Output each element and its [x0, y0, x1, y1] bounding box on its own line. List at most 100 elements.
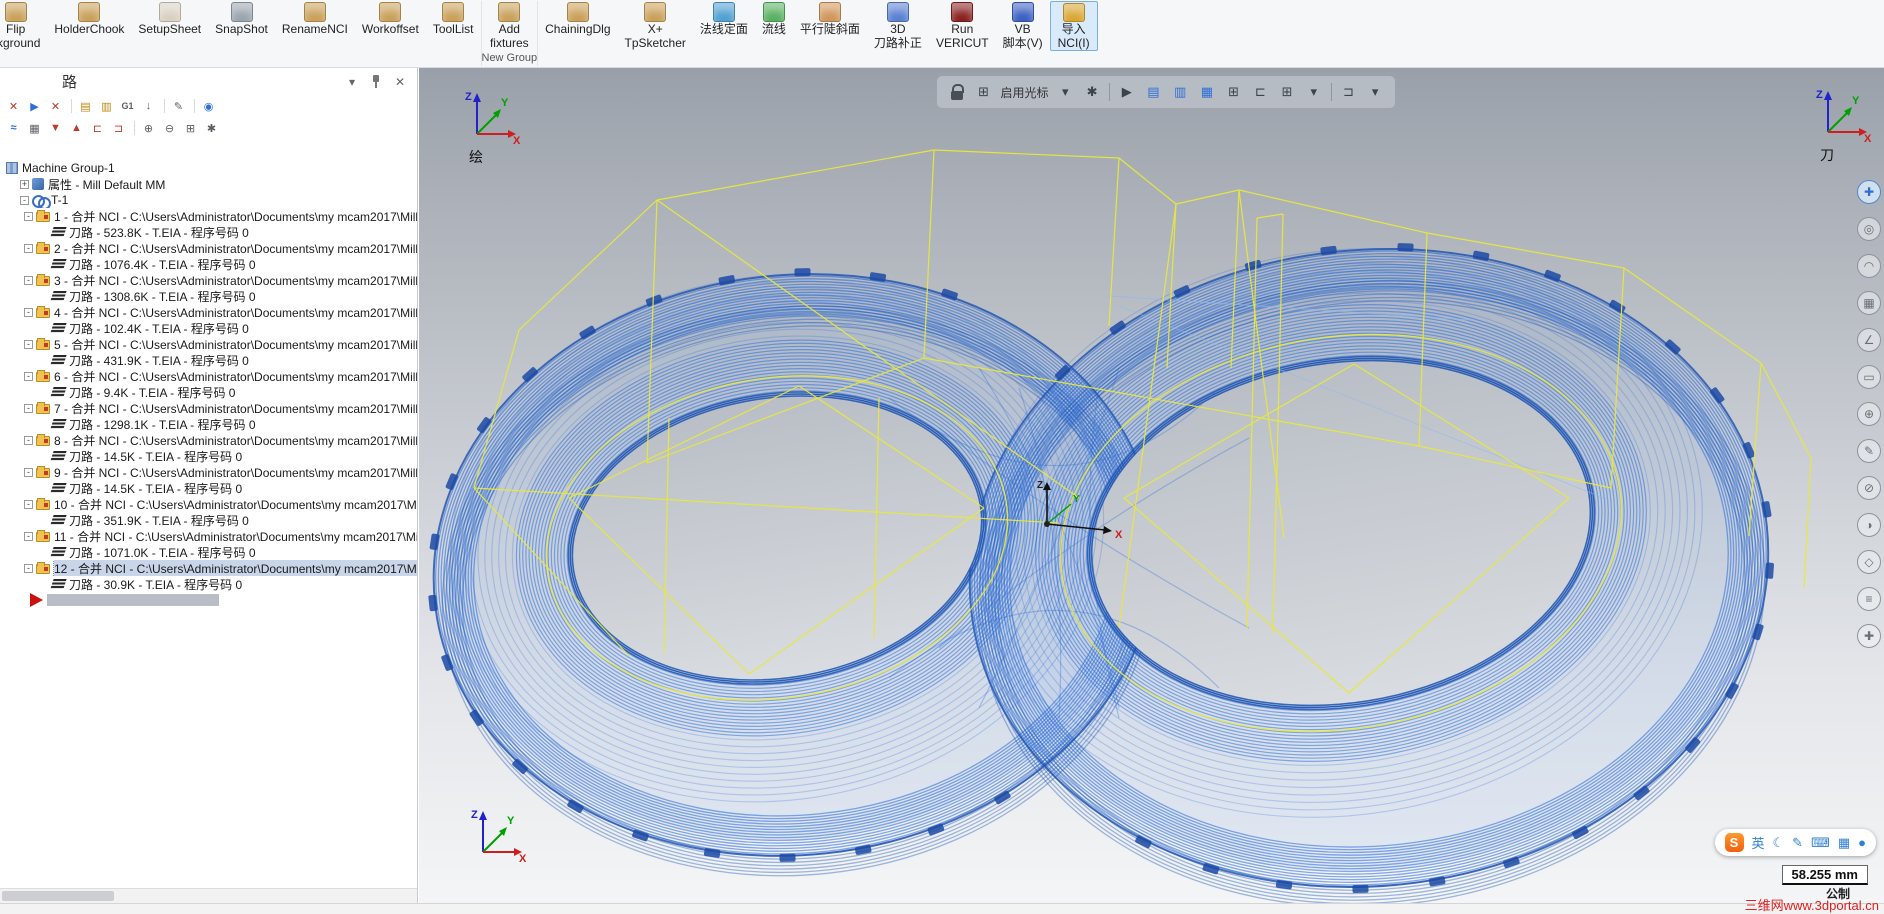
target-icon[interactable]: ⊕ — [1857, 402, 1881, 426]
tree-item-machine-group[interactable]: Machine Group-1 — [0, 160, 417, 176]
collapse-icon[interactable] — [24, 307, 33, 317]
panel-horizontal-scrollbar[interactable] — [0, 888, 417, 903]
tree-item-toolpath-10[interactable]: 刀路 - 351.9K - T.EIA - 程序号码 0 — [0, 512, 417, 528]
tree-item-toolpath-9[interactable]: 刀路 - 14.5K - T.EIA - 程序号码 0 — [0, 480, 417, 496]
zoom-in-icon[interactable] — [139, 119, 158, 137]
transform-icon[interactable] — [1197, 82, 1217, 102]
chevron-down-icon[interactable] — [1055, 82, 1075, 102]
tree-item-toolpath-11[interactable]: 刀路 - 1071.0K - T.EIA - 程序号码 0 — [0, 544, 417, 560]
cube-icon[interactable] — [1224, 82, 1244, 102]
collapse-icon[interactable] — [24, 371, 33, 381]
expand-icon[interactable] — [20, 179, 29, 189]
move-up-icon[interactable] — [67, 119, 86, 137]
collapse-icon[interactable] — [20, 195, 29, 205]
copy-icon[interactable] — [1144, 82, 1164, 102]
part-toolpath-canvas[interactable] — [419, 68, 1884, 903]
chevron-down-icon[interactable] — [343, 73, 361, 91]
ribbon-button-add-fixtures[interactable]: Add fixtures — [483, 1, 536, 51]
ribbon-button-run-vericut[interactable]: Run VERICUT — [929, 1, 996, 51]
collapse-icon[interactable] — [24, 435, 33, 445]
list-icon[interactable] — [1250, 82, 1270, 102]
ribbon-button-normal-define-face[interactable]: 法线定面 — [693, 1, 755, 51]
tree-item-nci-2[interactable]: 2 - 合并 NCI - C:\Users\Administrator\Docu… — [0, 240, 417, 256]
zoom-out-icon[interactable] — [160, 119, 179, 137]
tree-item-nci-11[interactable]: 11 - 合并 NCI - C:\Users\Administrator\Doc… — [0, 528, 417, 544]
tree-item-toolpath-7[interactable]: 刀路 - 1298.1K - T.EIA - 程序号码 0 — [0, 416, 417, 432]
tree-item-nci-5[interactable]: 5 - 合并 NCI - C:\Users\Administrator\Docu… — [0, 336, 417, 352]
locked-edit-icon[interactable] — [169, 97, 188, 115]
chevron-down-icon[interactable] — [1304, 82, 1324, 102]
tree-item-nci-10[interactable]: 10 - 合并 NCI - C:\Users\Administrator\Doc… — [0, 496, 417, 512]
grid-menu-icon[interactable] — [1277, 82, 1297, 102]
tree-item-nci-9[interactable]: 9 - 合并 NCI - C:\Users\Administrator\Docu… — [0, 464, 417, 480]
pin-icon[interactable] — [367, 73, 385, 91]
move-down-icon[interactable] — [46, 119, 65, 137]
ribbon-button-import-nci[interactable]: 导入 NCI(I) — [1049, 1, 1098, 51]
settings-icon[interactable] — [202, 119, 221, 137]
folder-down-icon[interactable] — [97, 97, 116, 115]
tree-item-toolpath-5[interactable]: 刀路 - 431.9K - T.EIA - 程序号码 0 — [0, 352, 417, 368]
plus-icon[interactable]: ✚ — [1857, 624, 1881, 648]
ribbon-button-3d-toolpath-comp[interactable]: 3D 刀路补正 — [867, 1, 929, 51]
chevron-down-icon[interactable] — [1365, 82, 1385, 102]
insert-after-icon[interactable] — [109, 119, 128, 137]
delete-all-operations-icon[interactable] — [4, 97, 23, 115]
collapse-icon[interactable] — [24, 403, 33, 413]
tree-item-nci-3[interactable]: 3 - 合并 NCI - C:\Users\Administrator\Docu… — [0, 272, 417, 288]
ribbon-button-parallel-steep[interactable]: 平行陡斜面 — [793, 1, 867, 51]
sogou-logo[interactable]: S — [1724, 833, 1744, 852]
collapse-icon[interactable] — [24, 275, 33, 285]
verify-icon[interactable] — [25, 119, 44, 137]
dot-icon[interactable]: ● — [1858, 835, 1866, 850]
insert-before-icon[interactable] — [88, 119, 107, 137]
keyboard-icon[interactable]: ⌨ — [1811, 835, 1830, 851]
moon-icon[interactable]: ☾ — [1773, 835, 1785, 851]
arc-icon[interactable]: ◠ — [1857, 254, 1881, 278]
tree-item-nci-12-selected[interactable]: 12 - 合并 NCI - C:\Users\Administrator\Doc… — [0, 560, 417, 576]
help-icon[interactable] — [199, 97, 218, 115]
grid-icon[interactable]: ▦ — [1838, 835, 1850, 851]
tree-item-toolpath-1[interactable]: 刀路 - 523.8K - T.EIA - 程序号码 0 — [0, 224, 417, 240]
collapse-icon[interactable] — [24, 339, 33, 349]
ribbon-button-tp-sketcher[interactable]: X+ TpSketcher — [618, 1, 693, 51]
ribbon-button-flip-background[interactable]: Flip ckground — [0, 1, 47, 51]
angle-icon[interactable]: ∠ — [1857, 328, 1881, 352]
pen-icon[interactable]: ✎ — [1792, 835, 1803, 851]
shade-icon[interactable]: ◑ — [1857, 513, 1881, 537]
paste-icon[interactable] — [1170, 82, 1190, 102]
list-icon[interactable]: ≡ — [1857, 587, 1881, 611]
enable-cursor-button[interactable]: 启用光标 — [1000, 84, 1048, 101]
close-icon[interactable] — [391, 73, 409, 91]
ribbon-button-tool-list[interactable]: ToolList — [426, 1, 481, 51]
language-toggle[interactable]: 英 — [1752, 833, 1765, 852]
gear-icon[interactable] — [1082, 82, 1102, 102]
ribbon-button-holder-check[interactable]: HolderChook — [47, 1, 131, 51]
tree-item-toolpath-6[interactable]: 刀路 - 9.4K - T.EIA - 程序号码 0 — [0, 384, 417, 400]
diamond-icon[interactable]: ◇ — [1857, 550, 1881, 574]
insert-below-icon[interactable] — [139, 97, 158, 115]
folder-up-icon[interactable] — [76, 97, 95, 115]
ribbon-button-vb-script[interactable]: VB 脚本(V) — [996, 1, 1050, 51]
plane-icon[interactable]: ▭ — [1857, 365, 1881, 389]
hide-icon[interactable]: ⊘ — [1857, 476, 1881, 500]
tree-item-nci-4[interactable]: 4 - 合并 NCI - C:\Users\Administrator\Docu… — [0, 304, 417, 320]
g1-post-icon[interactable] — [118, 97, 137, 115]
collapse-icon[interactable] — [24, 563, 33, 573]
tree-item-nci-6[interactable]: 6 - 合并 NCI - C:\Users\Administrator\Docu… — [0, 368, 417, 384]
ribbon-button-flowline[interactable]: 流线 — [755, 1, 793, 51]
ribbon-button-setup-sheet[interactable]: SetupSheet — [131, 1, 208, 51]
tree-item-nci-8[interactable]: 8 - 合并 NCI - C:\Users\Administrator\Docu… — [0, 432, 417, 448]
collapse-icon[interactable] — [24, 243, 33, 253]
tree-item-properties[interactable]: 属性 - Mill Default MM — [0, 176, 417, 192]
tree-item-toolpath-8[interactable]: 刀路 - 14.5K - T.EIA - 程序号码 0 — [0, 448, 417, 464]
circle-icon[interactable]: ◎ — [1857, 217, 1881, 241]
scrollbar-thumb[interactable] — [2, 891, 114, 901]
tree-item-toolpath-3[interactable]: 刀路 - 1308.6K - T.EIA - 程序号码 0 — [0, 288, 417, 304]
tree-item-toolpath-group[interactable]: T-1 — [0, 192, 417, 208]
ribbon-button-rename-nci[interactable]: RenameNCI — [275, 1, 355, 51]
collapse-icon[interactable] — [24, 531, 33, 541]
select-arrow-icon[interactable] — [1117, 82, 1137, 102]
remove-operation-icon[interactable] — [46, 97, 65, 115]
tree-item-nci-7[interactable]: 7 - 合并 NCI - C:\Users\Administrator\Docu… — [0, 400, 417, 416]
insert-position-marker[interactable] — [0, 592, 417, 608]
